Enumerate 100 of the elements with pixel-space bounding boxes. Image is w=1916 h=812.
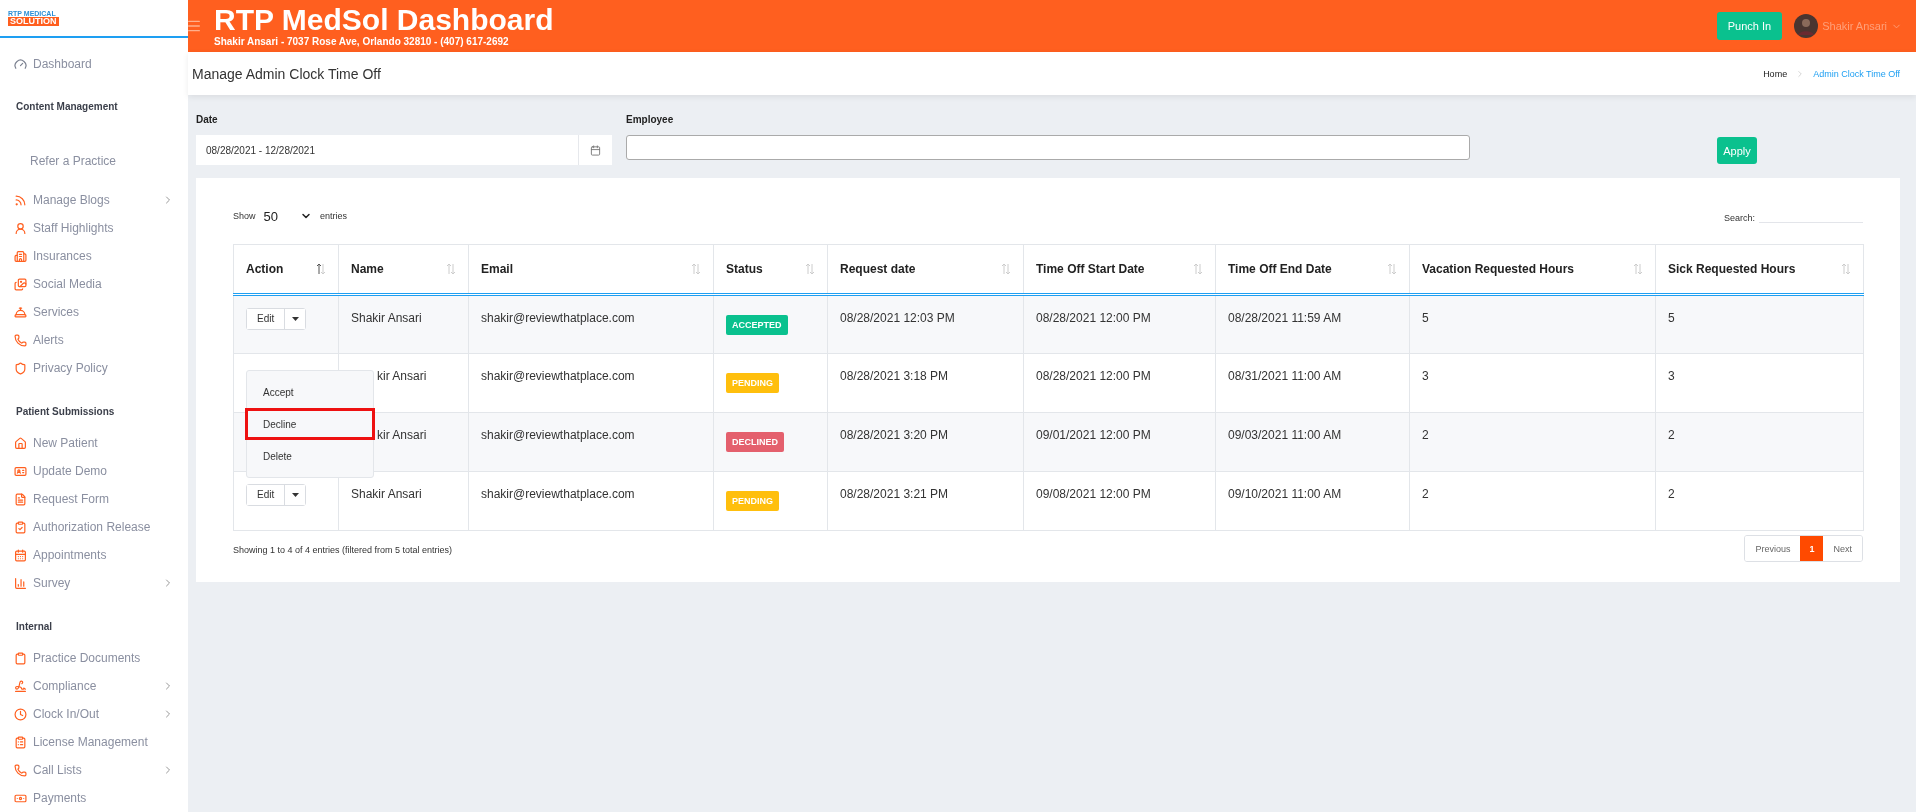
phone-icon xyxy=(14,763,27,777)
calendar-icon[interactable] xyxy=(590,144,601,156)
status-badge: DECLINED xyxy=(726,432,784,452)
field-label: Employee xyxy=(626,114,675,125)
app-title: RTP MedSol Dashboard xyxy=(214,5,555,35)
table-cell: 08/28/2021 12:03 PM xyxy=(840,311,955,325)
table-cell: 09/03/2021 11:00 AM xyxy=(1228,428,1342,442)
search-label: Search: xyxy=(1723,213,1755,223)
dropdown-toggle[interactable] xyxy=(284,484,306,505)
column-header[interactable]: Email xyxy=(481,262,513,276)
column-header[interactable]: Sick Requested Hours xyxy=(1668,262,1796,276)
status-badge: PENDING xyxy=(726,373,779,393)
id-card-icon xyxy=(14,464,27,478)
column-header[interactable]: Time Off Start Date xyxy=(1036,262,1145,276)
table-cell: 08/28/2021 3:18 PM xyxy=(840,369,949,383)
caret-icon xyxy=(291,492,299,497)
page-size-select[interactable]: 50 xyxy=(263,208,312,224)
bell-icon xyxy=(14,305,27,319)
employee-field[interactable] xyxy=(626,135,1470,160)
table-cell: 2 xyxy=(1668,428,1675,442)
breadcrumb-link[interactable]: Admin Clock Time Off xyxy=(1813,68,1900,79)
table-cell: shakir@reviewthatplace.com xyxy=(481,428,635,442)
sidebar-item[interactable]: Manage Blogs xyxy=(0,186,188,214)
sidebar-item[interactable]: Update Demo xyxy=(0,457,188,485)
entries-info: Showing 1 to 4 of 4 entries (filtered from 5 total entries) xyxy=(233,545,453,555)
sidebar-item[interactable]: Compliance xyxy=(0,672,188,700)
column-header[interactable]: Name xyxy=(351,262,384,276)
sidebar-item[interactable]: Services xyxy=(0,298,188,326)
menu-item[interactable]: Delete xyxy=(248,443,372,469)
table-cell: 09/10/2021 11:00 AM xyxy=(1228,487,1342,501)
table-cell: shakir@reviewthatplace.com xyxy=(481,369,635,383)
rss-icon xyxy=(14,193,27,207)
table-cell: 08/28/2021 3:20 PM xyxy=(840,428,949,442)
sidebar-item[interactable]: Call Lists xyxy=(0,756,188,784)
table-cell: 2 xyxy=(1668,487,1675,501)
date-range-field[interactable]: 08/28/2021 - 12/28/2021 xyxy=(196,135,612,165)
apply-button[interactable]: Apply xyxy=(1717,137,1757,164)
sidebar-item[interactable]: Appointments xyxy=(0,541,188,569)
gauge-icon xyxy=(14,57,27,71)
sidebar-item[interactable]: New Patient xyxy=(0,429,188,457)
document-icon xyxy=(14,492,27,506)
breadcrumb-link[interactable]: Home xyxy=(1763,68,1788,79)
table-cell: 08/28/2021 12:00 PM xyxy=(1036,369,1151,383)
table-cell: 09/01/2021 12:00 PM xyxy=(1036,428,1151,442)
clipboard-list-icon xyxy=(14,735,27,749)
column-header[interactable]: Time Off End Date xyxy=(1228,262,1332,276)
avatar-icon[interactable] xyxy=(1794,14,1819,38)
sidebar-item[interactable]: Dashboard xyxy=(0,48,188,80)
sidebar-section-heading: Content Management xyxy=(15,101,119,114)
clipboard-icon xyxy=(14,651,27,665)
table-cell: shakir@reviewthatplace.com xyxy=(481,311,635,325)
app-subtitle: Shakir Ansari - 7037 Rose Ave, Orlando 32810 - (407) 617-2692 xyxy=(214,37,510,47)
caret-icon xyxy=(291,316,299,321)
show-label: Show xyxy=(233,211,256,221)
sidebar-item[interactable]: Payments xyxy=(0,784,188,812)
clipboard-check-icon xyxy=(14,520,27,534)
table-cell: 08/28/2021 3:21 PM xyxy=(840,487,949,501)
column-header[interactable]: Status xyxy=(726,262,763,276)
edit-button[interactable]: Edit xyxy=(247,308,285,329)
menu-icon[interactable] xyxy=(186,18,202,34)
sidebar-item[interactable]: Privacy Policy xyxy=(0,354,188,382)
sidebar-item[interactable]: Social Media xyxy=(0,270,188,298)
sidebar-item[interactable]: Insurances xyxy=(0,242,188,270)
sidebar-item[interactable]: License Management xyxy=(0,728,188,756)
signature-icon xyxy=(14,679,27,693)
sidebar-item[interactable]: Clock In/Out xyxy=(0,700,188,728)
menu-item[interactable]: Accept xyxy=(248,379,372,405)
table-cell: 08/28/2021 12:00 PM xyxy=(1036,311,1151,325)
column-header[interactable]: Request date xyxy=(840,262,916,276)
sidebar-item[interactable]: Survey xyxy=(0,569,188,597)
table-cell: 5 xyxy=(1668,311,1675,325)
page-title: Manage Admin Clock Time Off xyxy=(192,65,381,82)
column-header[interactable]: Vacation Requested Hours xyxy=(1422,262,1575,276)
punch-in-button[interactable]: Punch In xyxy=(1716,12,1783,40)
dropdown-toggle[interactable] xyxy=(284,308,306,329)
sidebar-item[interactable]: Practice Documents xyxy=(0,644,188,672)
menu-item[interactable]: Decline xyxy=(248,411,372,437)
table-cell: kir Ansari xyxy=(377,369,427,383)
pagination-button[interactable]: 1 xyxy=(1800,536,1824,561)
pictures-icon xyxy=(14,277,27,291)
sidebar-item[interactable]: Request Form xyxy=(0,485,188,513)
person-icon xyxy=(14,221,27,235)
calendar-icon xyxy=(14,548,27,562)
sidebar-item[interactable]: Authorization Release xyxy=(0,513,188,541)
table-cell: 09/08/2021 12:00 PM xyxy=(1036,487,1151,501)
table-cell: kir Ansari xyxy=(377,428,427,442)
house-icon xyxy=(14,436,27,450)
status-badge: ACCEPTED xyxy=(726,315,788,335)
table-cell: 08/28/2021 11:59 AM xyxy=(1228,311,1342,325)
field-label: Date xyxy=(196,114,219,125)
table-cell: Shakir Ansari xyxy=(351,311,422,325)
table-cell: Shakir Ansari xyxy=(351,487,422,501)
clock-icon xyxy=(14,707,27,721)
entries-label: entries xyxy=(320,211,347,221)
sidebar-section-heading: Internal xyxy=(15,620,54,634)
sidebar-item[interactable]: Alerts xyxy=(0,326,188,354)
sidebar-section-heading: Patient Submissions xyxy=(15,405,116,419)
sidebar-item[interactable]: Staff Highlights xyxy=(0,214,188,242)
sidebar-item[interactable]: Refer a Practice xyxy=(0,147,188,175)
column-header[interactable]: Action xyxy=(246,262,284,276)
